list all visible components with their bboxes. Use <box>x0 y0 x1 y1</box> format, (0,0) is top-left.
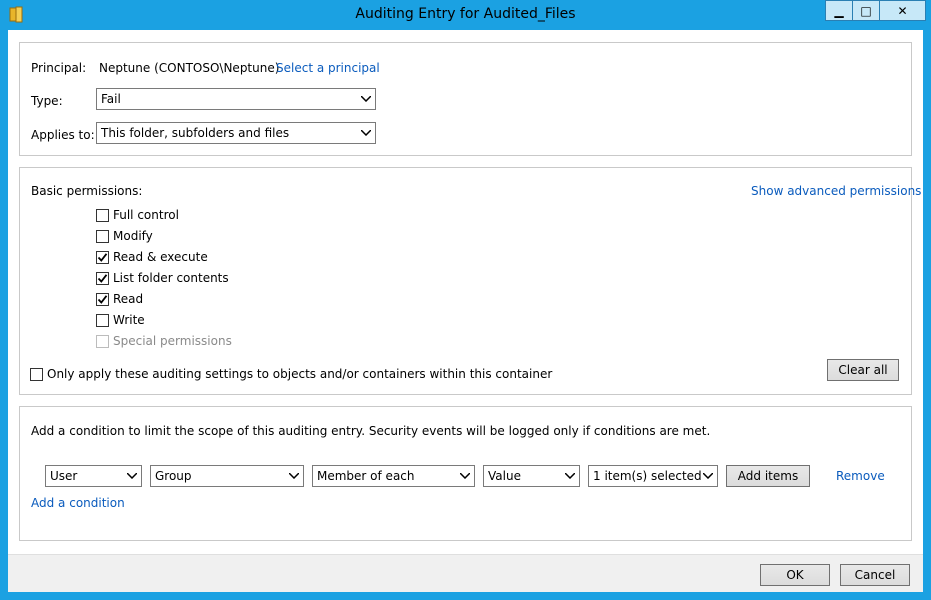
permission-label: Read & execute <box>113 250 208 264</box>
dialog-client-area: Principal: Neptune (CONTOSO\Neptune) Sel… <box>8 30 923 592</box>
permission-row[interactable]: Write <box>96 312 145 328</box>
type-select[interactable]: Fail <box>96 88 376 110</box>
chevron-down-icon <box>289 466 299 486</box>
select-principal-link[interactable]: Select a principal <box>276 61 380 75</box>
checkmark-icon <box>97 273 108 283</box>
close-icon: ✕ <box>897 3 908 18</box>
minimize-button[interactable]: ▁ <box>825 0 853 21</box>
permission-checkbox <box>96 334 109 348</box>
value-select[interactable]: 1 item(s) selected <box>588 465 718 487</box>
applies-to-label: Applies to: <box>31 128 95 142</box>
value-selected: 1 item(s) selected <box>593 469 702 483</box>
attribute-source-value: User <box>50 469 78 483</box>
permission-checkbox[interactable] <box>96 229 109 243</box>
permission-checkbox[interactable] <box>96 313 109 327</box>
window-title: Auditing Entry for Audited_Files <box>355 6 576 22</box>
show-advanced-permissions-link[interactable]: Show advanced permissions <box>751 184 921 198</box>
ok-button[interactable]: OK <box>760 564 830 586</box>
permission-label: Write <box>113 313 145 327</box>
value-type-select[interactable]: Value <box>483 465 580 487</box>
close-button[interactable]: ✕ <box>879 0 926 21</box>
minimize-icon: ▁ <box>834 3 844 18</box>
permission-label: List folder contents <box>113 271 229 285</box>
attribute-value: Group <box>155 469 192 483</box>
operator-select[interactable]: Member of each <box>312 465 475 487</box>
dialog-footer: OK Cancel <box>8 554 923 592</box>
permission-label: Full control <box>113 208 179 222</box>
maximize-icon: □ <box>860 3 872 18</box>
condition-description: Add a condition to limit the scope of th… <box>31 424 711 438</box>
permission-label: Read <box>113 292 144 306</box>
remove-condition-link[interactable]: Remove <box>836 469 885 483</box>
permission-label: Modify <box>113 229 153 243</box>
maximize-button[interactable]: □ <box>852 0 880 21</box>
chevron-down-icon <box>127 466 137 486</box>
add-items-button[interactable]: Add items <box>726 465 810 487</box>
applies-to-select[interactable]: This folder, subfolders and files <box>96 122 376 144</box>
basic-permissions-heading: Basic permissions: <box>31 184 143 198</box>
principal-group: Principal: Neptune (CONTOSO\Neptune) Sel… <box>19 42 912 156</box>
title-bar[interactable]: Auditing Entry for Audited_Files ▁ □ ✕ <box>0 0 931 30</box>
condition-group: Add a condition to limit the scope of th… <box>19 406 912 541</box>
attribute-source-select[interactable]: User <box>45 465 142 487</box>
checkmark-icon <box>97 294 108 304</box>
checkmark-icon <box>97 252 108 262</box>
clear-all-button[interactable]: Clear all <box>827 359 899 381</box>
permission-checkbox[interactable] <box>96 208 109 222</box>
type-select-value: Fail <box>101 92 121 106</box>
only-apply-checkbox-row[interactable]: Only apply these auditing settings to ob… <box>30 366 552 382</box>
chevron-down-icon <box>565 466 575 486</box>
applies-to-select-value: This folder, subfolders and files <box>101 126 290 140</box>
permission-checkbox[interactable] <box>96 292 109 306</box>
cancel-button[interactable]: Cancel <box>840 564 910 586</box>
only-apply-checkbox[interactable] <box>30 367 43 381</box>
permission-row: Special permissions <box>96 333 232 349</box>
chevron-down-icon <box>361 89 371 109</box>
chevron-down-icon <box>460 466 470 486</box>
only-apply-label: Only apply these auditing settings to ob… <box>47 367 553 381</box>
permission-row[interactable]: Modify <box>96 228 153 244</box>
chevron-down-icon <box>703 466 713 486</box>
permission-checkbox[interactable] <box>96 271 109 285</box>
permission-row[interactable]: Read <box>96 291 143 307</box>
value-type-value: Value <box>488 469 521 483</box>
dialog-content: Principal: Neptune (CONTOSO\Neptune) Sel… <box>8 30 923 554</box>
add-condition-link[interactable]: Add a condition <box>31 496 125 510</box>
permission-row[interactable]: Full control <box>96 207 179 223</box>
principal-value: Neptune (CONTOSO\Neptune) <box>99 61 280 75</box>
type-label: Type: <box>31 94 63 108</box>
principal-label: Principal: <box>31 61 87 75</box>
permission-checkbox[interactable] <box>96 250 109 264</box>
permission-row[interactable]: List folder contents <box>96 270 229 286</box>
permissions-group: Basic permissions: Show advanced permiss… <box>19 167 921 395</box>
auditing-entry-window: Auditing Entry for Audited_Files ▁ □ ✕ P… <box>0 0 931 600</box>
attribute-select[interactable]: Group <box>150 465 304 487</box>
chevron-down-icon <box>361 123 371 143</box>
permission-label: Special permissions <box>113 334 232 348</box>
operator-value: Member of each <box>317 469 415 483</box>
permission-row[interactable]: Read & execute <box>96 249 208 265</box>
